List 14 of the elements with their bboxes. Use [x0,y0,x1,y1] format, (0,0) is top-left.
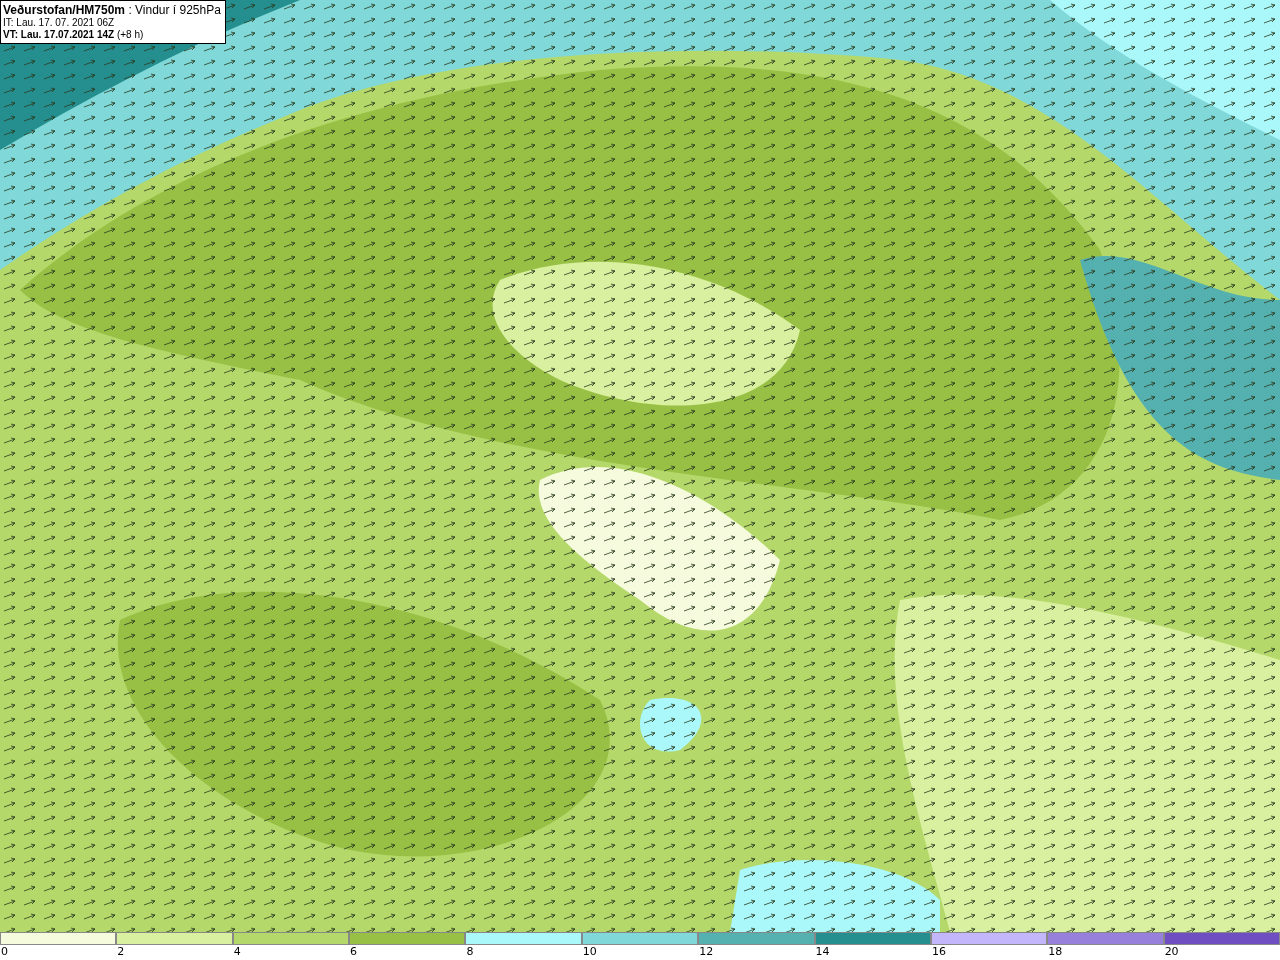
valid-time: VT: Lau. 17.07.2021 14Z (+8 h) [3,29,145,41]
legend-label: 18 [1048,945,1063,959]
legend-label: 6 [350,945,358,959]
legend-label: 12 [699,945,714,959]
legend-label: 16 [931,945,946,959]
legend-label: 20 [1164,945,1179,959]
legend-label: 4 [233,945,241,959]
init-time: IT: Lau. 17. 07. 2021 06Z [3,17,116,29]
legend-label: 8 [466,945,474,959]
legend-label: 14 [815,945,830,959]
legend-label: 10 [582,945,597,959]
map-title: Veðurstofan/HM750m : Vindur í 925hPa [3,3,221,17]
legend-label: 2 [117,945,125,959]
legend-label: 0 [1,945,8,959]
